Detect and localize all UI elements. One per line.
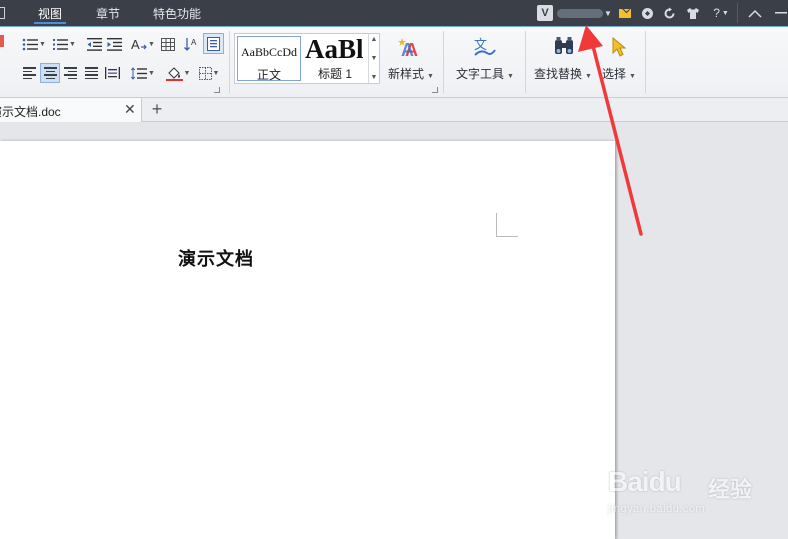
svg-text:A: A [131,37,140,51]
ribbon-separator [229,31,230,93]
bullet-list-icon[interactable]: ▼ [20,35,48,53]
watermark: Baidu 经验 jingyan.baidu.com [608,458,758,524]
ribbon-toolbar: ▼ ▼ A ▼ A ▼ ▼ ▼ AaBbCcDd 正文 AaBl 标题 1 ▲ … [0,26,788,98]
help-icon[interactable]: ? ▼ [711,4,731,22]
style-heading-1-label: 标题 1 [317,67,352,81]
style-normal-label: 正文 [256,68,281,82]
align-right-icon[interactable] [61,64,79,82]
style-normal[interactable]: AaBbCcDd 正文 [237,36,301,82]
increase-indent-icon[interactable] [105,35,123,53]
new-tab-button[interactable]: + [147,98,167,120]
gallery-scroll-up-icon[interactable]: ▲ [371,36,378,43]
align-left-icon[interactable] [20,64,38,82]
document-tab-title-clip: 演示文档.doc [0,98,122,122]
menubar-divider [737,3,738,23]
menu-bar: 视图 章节 特色功能 V ▼ ? ▼ [0,0,788,26]
text-direction-icon[interactable]: A ▼ [129,35,157,53]
document-tab[interactable]: 演示文档.doc ✕ [0,98,142,122]
borders-icon[interactable]: ▼ [195,64,223,82]
page-margin-corner-mark [496,213,518,237]
line-spacing-icon[interactable]: ▼ [129,64,157,82]
document-heading-text[interactable]: 演示文档 [178,245,254,271]
skin-shirt-icon[interactable] [686,4,700,22]
binoculars-icon[interactable] [551,35,577,59]
ribbon-separator [443,31,444,93]
gallery-scroll-down-icon[interactable]: ▼ [371,55,378,62]
active-tab-underline [34,22,66,24]
style-gallery-scroll[interactable]: ▲ ▼ ▼ [368,34,379,83]
text-tools-icon[interactable]: 文 [470,34,498,60]
style-heading-1-preview: AaBl [305,36,364,64]
sync-icon[interactable] [662,4,676,22]
find-replace-label: 查找替换 [534,67,583,81]
font-color-fragment-icon[interactable] [0,35,4,47]
help-label: ? [713,6,720,20]
text-tools-button[interactable]: 文字工具 ▼ [456,65,514,82]
watermark-url: jingyan.baidu.com [608,503,706,515]
menu-tab-section[interactable]: 章节 [96,5,120,22]
gallery-expand-icon[interactable]: ▼ [371,74,378,81]
show-formatting-marks-icon[interactable] [203,33,224,54]
paragraph-settings-launcher-icon[interactable] [214,87,220,93]
decrease-indent-icon[interactable] [85,35,103,53]
find-replace-button[interactable]: 查找替换 ▼ [534,65,592,82]
watermark-suffix: 经验 [708,477,753,502]
new-style-button[interactable]: 新样式 ▼ [388,65,434,82]
shading-fill-icon[interactable]: ▼ [163,64,193,82]
select-cursor-icon[interactable] [609,36,629,58]
user-menu-chevron-icon[interactable]: ▼ [603,4,613,22]
table-grid-icon[interactable] [159,35,177,53]
menu-tab-view[interactable]: 视图 [38,5,62,22]
user-name-redacted[interactable] [557,9,603,18]
collapse-ribbon-icon[interactable] [745,4,765,22]
style-gallery: AaBbCcDd 正文 AaBl 标题 1 ▲ ▼ ▼ [234,33,380,84]
mail-icon[interactable] [618,4,632,22]
minimize-icon[interactable] [774,4,788,22]
svg-text:A: A [191,38,197,47]
document-page[interactable]: 演示文档 [0,141,615,539]
document-tab-title: 演示文档.doc [0,105,61,119]
new-style-label: 新样式 [388,67,425,81]
text-tools-label: 文字工具 [456,67,505,81]
menu-tab-special-features[interactable]: 特色功能 [153,5,201,22]
distributed-align-icon[interactable] [103,64,121,82]
watermark-brand: Baidu [608,466,682,497]
justify-icon[interactable] [82,64,100,82]
shield-icon[interactable] [640,4,654,22]
ribbon-separator [645,31,646,93]
menu-edge-fragment [0,4,6,20]
user-badge[interactable]: V [537,5,553,21]
numbered-list-icon[interactable]: ▼ [50,35,78,53]
select-button[interactable]: 选择 ▼ [602,65,636,82]
document-tab-bar: 演示文档.doc ✕ + [0,98,788,122]
style-normal-preview: AaBbCcDd [241,45,297,59]
style-heading-1[interactable]: AaBl 标题 1 [303,36,367,81]
new-style-icon[interactable]: AA [396,35,426,61]
styles-launcher-icon[interactable] [432,87,438,93]
ribbon-separator [525,31,526,93]
align-center-icon[interactable] [40,63,60,83]
sort-icon[interactable]: A [182,35,200,53]
select-label: 选择 [602,67,627,81]
close-tab-icon[interactable]: ✕ [124,101,136,118]
